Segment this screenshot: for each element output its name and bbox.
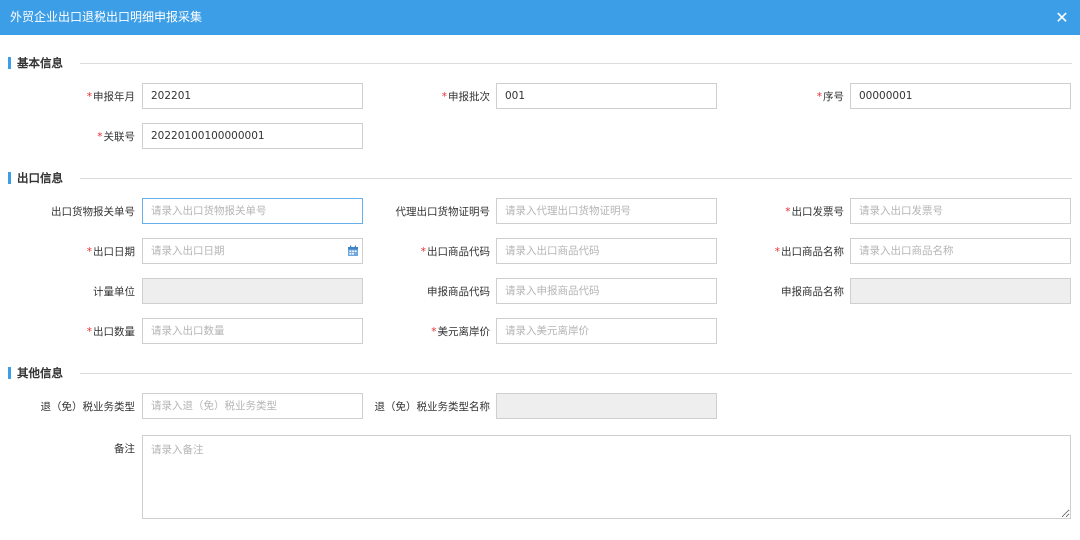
export-code-label: *出口商品代码 [420,246,490,258]
section-title-basic: 基本信息 [17,56,63,70]
customs-no-input[interactable] [142,198,363,224]
section-title-export: 出口信息 [17,171,63,185]
section-basic-info: 基本信息 [0,56,1080,70]
export-date-label: *出口日期 [86,246,135,258]
unit-label: 计量单位 [93,286,135,298]
remark-label: 备注 [114,443,135,455]
calendar-icon[interactable] [347,245,359,257]
section-marker [8,172,11,184]
tax-type-label: 退（免）税业务类型 [40,401,136,413]
section-marker [8,367,11,379]
link-label: *关联号 [97,131,135,143]
decl-name-input [850,278,1071,304]
fob-input[interactable] [496,318,717,344]
batch-input[interactable] [496,83,717,109]
section-divider [80,178,1072,179]
section-divider [80,63,1072,64]
section-other-info: 其他信息 [0,366,1080,380]
qty-input[interactable] [142,318,363,344]
invoice-no-input[interactable] [850,198,1071,224]
decl-code-label: 申报商品代码 [427,286,490,298]
export-name-label: *出口商品名称 [774,246,844,258]
period-input[interactable] [142,83,363,109]
batch-label: *申报批次 [441,91,490,103]
qty-label: *出口数量 [86,326,135,338]
invoice-no-label: *出口发票号 [785,206,844,218]
tax-type-name-input [496,393,717,419]
customs-no-label: 出口货物报关单号 [51,206,135,218]
tax-type-input[interactable] [142,393,363,419]
section-title-other: 其他信息 [17,366,63,380]
dialog-title: 外贸企业出口退税出口明细申报采集 [10,10,203,24]
decl-name-label: 申报商品名称 [781,286,844,298]
fob-label: *美元离岸价 [431,326,490,338]
proxy-cert-input[interactable] [496,198,717,224]
export-date-input[interactable] [142,238,363,264]
close-icon[interactable]: ✕ [1052,0,1072,35]
proxy-cert-label: 代理出口货物证明号 [395,206,491,218]
period-label: *申报年月 [86,91,135,103]
seq-label: *序号 [816,91,844,103]
unit-input [142,278,363,304]
dialog-titlebar: 外贸企业出口退税出口明细申报采集 ✕ [0,0,1080,35]
link-input[interactable] [142,123,363,149]
section-divider [80,373,1072,374]
tax-type-name-label: 退（免）税业务类型名称 [374,401,491,413]
section-marker [8,57,11,69]
export-name-input[interactable] [850,238,1071,264]
seq-input[interactable] [850,83,1071,109]
section-export-info: 出口信息 [0,171,1080,185]
decl-code-input[interactable] [496,278,717,304]
export-code-input[interactable] [496,238,717,264]
remark-textarea[interactable] [142,435,1071,519]
